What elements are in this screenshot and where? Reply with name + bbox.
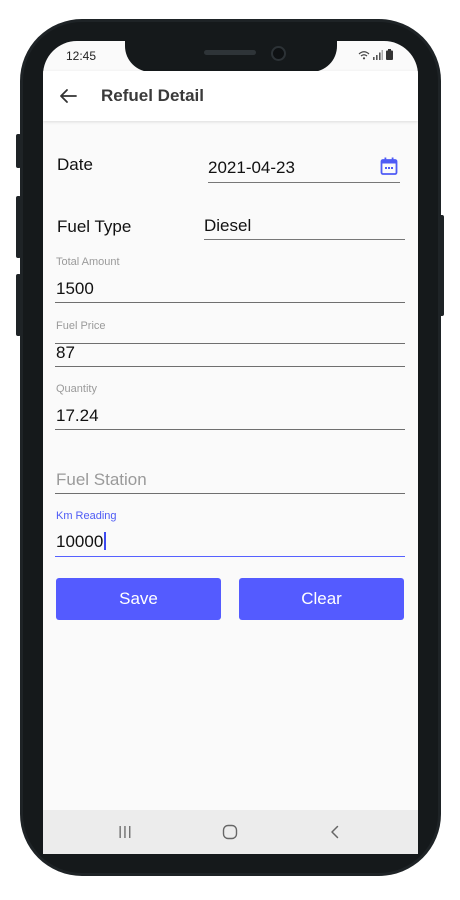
date-label: Date: [57, 155, 93, 174]
page-title: Refuel Detail: [101, 86, 204, 105]
quantity-value: 17.24: [56, 406, 99, 425]
fuel-type-select[interactable]: Diesel: [204, 214, 405, 240]
fuel-type-value: Diesel: [204, 216, 252, 235]
quantity-label: Quantity: [56, 383, 97, 395]
quantity-field[interactable]: Quantity 17.24: [55, 380, 405, 430]
km-reading-value: 10000: [56, 532, 106, 552]
recent-apps-icon[interactable]: [118, 825, 132, 839]
app-bar: Refuel Detail: [43, 71, 418, 121]
fuel-station-field[interactable]: Fuel Station: [55, 444, 405, 494]
status-icons: [358, 49, 393, 60]
total-amount-label: Total Amount: [56, 256, 120, 268]
speaker-grille: [204, 50, 256, 55]
back-nav-icon[interactable]: [329, 825, 341, 839]
battery-icon: [386, 49, 393, 60]
signal-icon: [373, 50, 383, 60]
side-button-left-3: [16, 274, 21, 336]
fuel-station-placeholder: Fuel Station: [56, 470, 147, 489]
total-amount-value: 1500: [56, 279, 94, 298]
text-cursor: [104, 532, 106, 550]
km-reading-field[interactable]: Km Reading 10000: [55, 507, 405, 557]
side-button-left-1: [16, 134, 21, 168]
status-time: 12:45: [66, 49, 97, 63]
date-picker-field[interactable]: 2021-04-23: [208, 155, 400, 183]
notch: [125, 41, 337, 72]
fuel-price-field[interactable]: Fuel Price 87: [55, 317, 405, 367]
home-icon[interactable]: [222, 824, 238, 840]
front-camera: [271, 46, 286, 61]
fuel-price-label: Fuel Price: [56, 320, 106, 332]
save-button[interactable]: Save: [56, 578, 221, 620]
arrow-left-icon[interactable]: [57, 85, 79, 107]
fuel-type-label: Fuel Type: [57, 217, 132, 236]
side-button-left-2: [16, 196, 21, 258]
fuel-price-value: 87: [56, 343, 75, 362]
wifi-icon: [358, 51, 370, 60]
side-button-right: [439, 215, 444, 316]
km-reading-text: 10000: [56, 532, 104, 551]
calendar-icon[interactable]: [380, 157, 398, 176]
date-value: 2021-04-23: [208, 158, 295, 177]
km-reading-label: Km Reading: [56, 510, 117, 522]
total-amount-field[interactable]: Total Amount 1500: [55, 253, 405, 303]
clear-button[interactable]: Clear: [239, 578, 404, 620]
